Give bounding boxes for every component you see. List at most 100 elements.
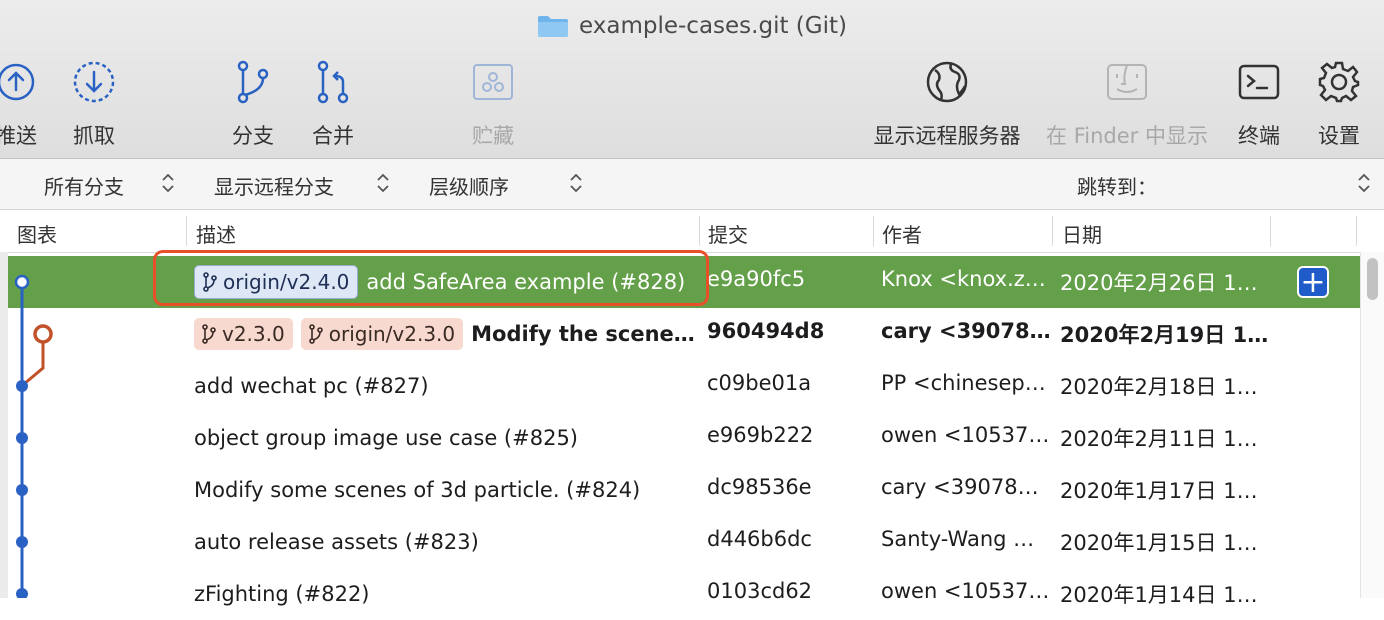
settings-label: 设置 [1318,124,1360,148]
add-button[interactable]: + [1297,266,1329,298]
commit-hash: e969b222 [707,423,814,447]
commit-date: 2020年1月15日 16:00 [1060,531,1270,555]
folder-icon [538,16,569,37]
scrollbar-thumb[interactable] [1367,258,1378,300]
graph-node [16,484,28,496]
column-divider[interactable] [1270,216,1271,246]
commit-author: owen <1053798779@qq.com> [881,579,1051,603]
vertical-scrollbar[interactable] [1360,252,1384,598]
graph-node-head [14,274,30,290]
graph-node-branch [33,324,53,344]
branch-icon [202,324,216,344]
chevron-updown-icon[interactable] [1357,171,1371,195]
description-cell: object group image use case (#825) [194,418,698,458]
commit-message: auto release assets (#823) [194,530,479,554]
column-author[interactable]: 作者 [882,219,922,248]
commit-hash: dc98536e [707,475,812,499]
branch-tag[interactable]: origin/v2.3.0 [300,318,464,350]
commit-date: 2020年1月14日 12:00 [1060,583,1270,607]
graph-node [16,380,28,392]
column-divider[interactable] [699,216,700,246]
chevron-updown-icon [377,173,389,193]
chevron-updown-icon [162,173,174,193]
description-cell: v2.3.0 origin/v2.3.0 Modify the scenes o… [194,314,698,354]
tag-label: origin/v2.3.0 [328,322,456,346]
description-cell: add wechat pc (#827) [194,366,698,406]
commit-hash: e9a90fc5 [707,267,806,291]
merge-icon [317,60,349,104]
column-graph[interactable]: 图表 [17,219,57,248]
show-in-finder-label: 在 Finder 中显示 [1046,124,1208,148]
table-row[interactable]: auto release assets (#823) d446b6dc Sant… [8,516,1360,568]
toolbar: example-cases.git (Git) 推送 抓取 分支 合并 贮藏 显… [0,0,1384,159]
commit-hash: c09be01a [707,371,812,395]
description-cell: zFighting (#822) [194,574,698,614]
commit-hash: 960494d8 [707,319,825,343]
commit-author: PP <chinesepp@qq.com> [881,371,1051,395]
table-row[interactable]: object group image use case (#825) e969b… [8,412,1360,464]
commit-author: cary <39078800@qq.com> [881,319,1051,343]
terminal-icon [1238,64,1280,100]
commit-date: 2020年1月17日 11:00 [1060,479,1270,503]
settings-button[interactable]: 设置 [1279,58,1384,154]
commit-date: 2020年2月11日 16:00 [1060,427,1270,451]
fetch-icon [73,61,115,103]
description-cell: Modify some scenes of 3d particle. (#824… [194,470,698,510]
column-divider[interactable] [1052,216,1053,246]
commit-message: zFighting (#822) [194,582,370,606]
commit-message: object group image use case (#825) [194,426,578,450]
graph-branch-line [23,342,45,386]
fetch-label: 抓取 [73,124,115,148]
commit-author: cary <39078800@qq.com> [881,475,1051,499]
commit-date: 2020年2月19日 10:21 [1060,323,1270,347]
branch-icon [237,60,269,104]
merge-button[interactable]: 合并 [273,58,393,154]
left-gutter [0,252,8,598]
window-title: example-cases.git (Git) [0,8,1384,44]
jump-to-label: 跳转到： [1077,175,1157,199]
window-title-text: example-cases.git (Git) [579,13,847,39]
filter-bar: 所有分支 显示远程分支 层级顺序 跳转到： [0,159,1384,210]
commit-message: Modify the scenes of 3d particle [471,322,698,346]
commit-message: Modify some scenes of 3d particle. (#824… [194,478,641,502]
table-row[interactable]: add wechat pc (#827) c09be01a PP <chines… [8,360,1360,412]
show-remote-button[interactable]: 显示远程服务器 [874,58,1021,154]
branch-filter-select[interactable]: 所有分支 [44,171,124,200]
commit-list[interactable]: origin/v2.4.0 add SafeArea example (#828… [8,256,1360,607]
tag-label: v2.3.0 [222,322,285,346]
branch-label: 分支 [232,124,274,148]
graph-node [16,432,28,444]
stash-label: 贮藏 [472,124,514,148]
column-headers: 图表 描述 提交 作者 日期 [0,210,1384,253]
commit-date: 2020年2月26日 14:02 [1060,271,1270,295]
commit-date: 2020年2月18日 17:30 [1060,375,1270,399]
remote-branch-filter-select[interactable]: 显示远程分支 [214,171,334,200]
column-divider[interactable] [186,216,187,246]
stash-button[interactable]: 贮藏 [433,58,553,154]
column-divider [1356,216,1357,246]
merge-label: 合并 [312,124,354,148]
table-row[interactable]: v2.3.0 origin/v2.3.0 Modify the scenes o… [8,308,1360,360]
table-row[interactable]: Modify some scenes of 3d particle. (#824… [8,464,1360,516]
commit-graph [14,274,53,598]
branch-icon [308,324,323,344]
globe-icon [926,61,968,103]
order-select[interactable]: 层级顺序 [429,171,509,200]
commit-hash: 0103cd62 [707,579,813,603]
push-icon [0,63,35,101]
fetch-button[interactable]: 抓取 [34,58,154,154]
stash-icon [473,64,513,100]
table-row[interactable]: zFighting (#822) 0103cd62 owen <10537987… [8,568,1360,620]
tag-badge[interactable]: v2.3.0 [194,318,293,350]
graph-node [16,536,28,548]
column-date[interactable]: 日期 [1062,219,1102,248]
column-divider[interactable] [873,216,874,246]
chevron-updown-icon [570,173,582,193]
description-cell: auto release assets (#823) [194,522,698,562]
column-commit[interactable]: 提交 [708,219,748,248]
push-label: 推送 [0,124,37,148]
graph-node [16,588,28,598]
show-in-finder-button[interactable]: 在 Finder 中显示 [1046,58,1208,154]
column-description[interactable]: 描述 [196,219,236,248]
show-remote-label: 显示远程服务器 [873,124,1021,148]
